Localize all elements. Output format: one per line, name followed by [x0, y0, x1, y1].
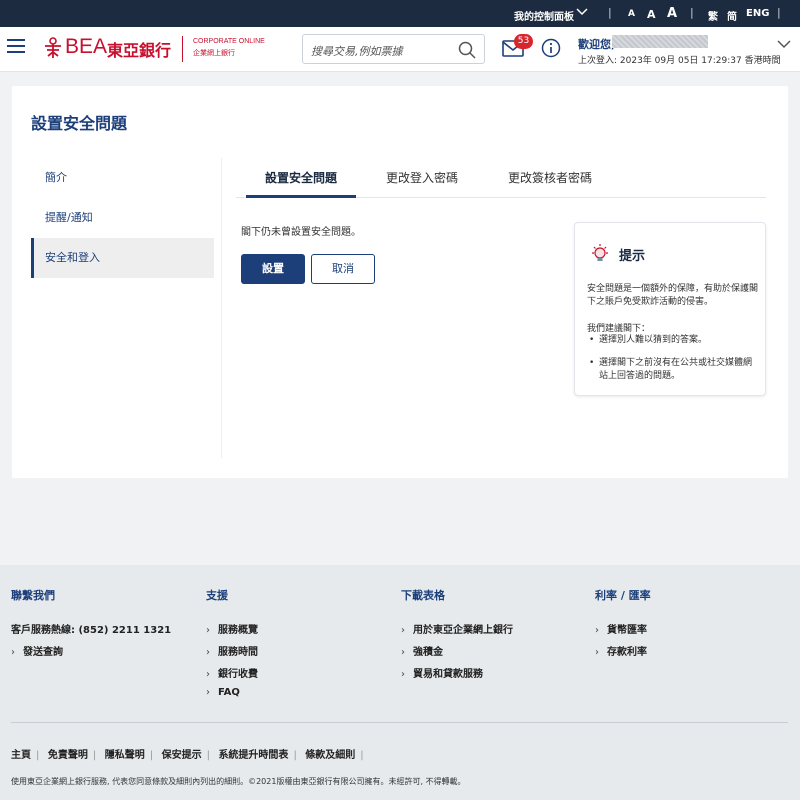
logo-chinese: 東亞銀行: [107, 41, 172, 60]
chevron-right-icon: ›: [401, 647, 405, 658]
chevron-right-icon: ›: [206, 669, 210, 680]
corporate-online-label: CORPORATE ONLINE: [193, 38, 265, 45]
top-utility-bar: 我的控制面板 | A A A | 繁 简 ENG |: [0, 0, 800, 27]
sidebar-divider: [221, 158, 222, 458]
footer-rates: 利率 / 匯率 › 貨幣匯率 › 存款利率: [595, 587, 651, 665]
font-size-medium[interactable]: A: [647, 8, 656, 21]
footer-heading: 利率 / 匯率: [595, 589, 651, 602]
page-title: 設置安全問題: [31, 114, 128, 133]
tab-change-signer-password[interactable]: 更改簽核者密碼: [490, 158, 610, 198]
sidebar-item-security[interactable]: 安全和登入: [31, 238, 214, 278]
lightbulb-icon: [592, 244, 608, 261]
redacted-username: [612, 35, 708, 48]
font-size-large[interactable]: A: [667, 6, 677, 21]
chevron-down-icon[interactable]: [576, 6, 588, 16]
footer-link-home[interactable]: 主頁: [11, 750, 31, 761]
footer-forms: 下載表格 › 用於東亞企業網上銀行 › 強積金 › 貿易和貸款服務: [401, 587, 513, 687]
logo-text: BEA: [65, 35, 108, 58]
footer-link[interactable]: › FAQ: [206, 687, 258, 709]
lang-traditional[interactable]: 繁: [708, 8, 718, 23]
tips-recommend: 我們建議閣下：: [587, 324, 651, 334]
welcome-text: 歡迎您,: [578, 38, 616, 51]
sidebar-item-alerts[interactable]: 提醒/通知: [31, 198, 214, 238]
footer-link[interactable]: › 用於東亞企業網上銀行: [401, 621, 513, 643]
sidebar-item-intro[interactable]: 簡介: [31, 158, 214, 198]
main-header: BEA 東亞銀行 CORPORATE ONLINE 企業網上銀行 搜尋交易,例如…: [0, 27, 800, 72]
set-button[interactable]: 設置: [241, 254, 305, 284]
footer-support: 支援 › 服務概覽 › 服務時間 › 銀行收費 › FAQ: [206, 587, 258, 709]
tab-change-login-password[interactable]: 更改登入密碼: [366, 158, 478, 198]
footer-link[interactable]: › 貨幣匯率: [595, 621, 651, 643]
search-placeholder: 搜尋交易,例如票據: [311, 45, 403, 58]
info-icon[interactable]: [541, 38, 561, 58]
footer-heading: 支援: [206, 589, 228, 602]
cancel-button[interactable]: 取消: [311, 254, 375, 284]
chevron-right-icon: ›: [401, 625, 405, 636]
logo-divider: [182, 36, 183, 62]
chevron-right-icon: ›: [11, 647, 15, 658]
footer-link-disclaimer[interactable]: 免責聲明: [48, 750, 88, 761]
footer-heading: 下載表格: [401, 589, 445, 602]
chevron-right-icon: ›: [206, 625, 210, 636]
footer-link-privacy[interactable]: 隱私聲明: [105, 750, 145, 761]
footer: 聯繫我們 客戶服務熱線: (852) 2211 1321 › 發送查詢 支援 › 服…: [0, 565, 800, 800]
footer-link-security-tips[interactable]: 保安提示: [162, 750, 202, 761]
chevron-right-icon: ›: [595, 625, 599, 636]
chevron-right-icon: ›: [206, 647, 210, 658]
copyright-text: 使用東亞企業網上銀行服務, 代表您同意條款及細則內列出的細則。©2021版權由東…: [11, 777, 466, 786]
status-message: 閣下仍未曾設置安全問題。: [241, 227, 361, 238]
font-size-small[interactable]: A: [628, 9, 635, 19]
footer-divider: [11, 722, 788, 723]
lang-simplified[interactable]: 简: [727, 8, 737, 23]
tab-security-question[interactable]: 設置安全問題: [246, 158, 356, 198]
footer-link[interactable]: › 銀行收費: [206, 665, 258, 687]
chevron-right-icon: ›: [206, 687, 210, 698]
footer-link[interactable]: › 服務時間: [206, 643, 258, 665]
divider: |: [690, 6, 694, 19]
footer-bottom-links: 主頁 | 免責聲明 | 隱私聲明 | 保安提示 | 系統提升時間表 | 條款及細則 |: [11, 750, 364, 761]
tips-title: 提示: [619, 249, 646, 264]
tab-bar: 設置安全問題 更改登入密碼 更改簽核者密碼: [236, 158, 766, 198]
hotline-text: 客戶服務熱線: (852) 2211 1321: [11, 625, 172, 636]
notification-badge: 53: [514, 34, 533, 49]
footer-contact: 聯繫我們 客戶服務熱線: (852) 2211 1321 › 發送查詢: [11, 587, 171, 665]
footer-link-enquiry[interactable]: › 發送查詢: [11, 643, 171, 665]
bea-logo-icon: [45, 37, 61, 58]
tips-description: 安全問題是一個額外的保障，有助於保護閣下之賬戶免受欺詐活動的侵害。: [587, 284, 759, 307]
corporate-online-chinese: 企業網上銀行: [193, 49, 235, 57]
main-content-card: 設置安全問題 簡介 提醒/通知 安全和登入 設置安全問題 更改登入密碼 更改簽核…: [12, 86, 788, 478]
last-login-text: 上次登入: 2023年 09月 05日 17:29:37 香港時間: [578, 56, 781, 66]
list-item: 選擇閣下之前沒有在公共或社交媒體網站上回答過的問題。: [587, 357, 759, 383]
tips-panel: 提示 安全問題是一個額外的保障，有助於保護閣下之賬戶免受欺詐活動的侵害。 我們建…: [574, 222, 766, 396]
tips-list: 選擇別人難以猜到的答案。 選擇閣下之前沒有在公共或社交媒體網站上回答過的問題。: [587, 334, 759, 393]
footer-link[interactable]: › 服務概覽: [206, 621, 258, 643]
settings-sidebar: 簡介 提醒/通知 安全和登入: [31, 158, 214, 278]
footer-heading: 聯繫我們: [11, 589, 55, 602]
list-item: 選擇別人難以猜到的答案。: [587, 334, 759, 347]
chevron-right-icon: ›: [595, 647, 599, 658]
dashboard-menu[interactable]: 我的控制面板: [514, 8, 574, 23]
lang-english[interactable]: ENG: [746, 8, 769, 19]
chevron-right-icon: ›: [401, 669, 405, 680]
search-icon[interactable]: [458, 41, 476, 59]
footer-link-maintenance[interactable]: 系統提升時間表: [218, 750, 288, 761]
search-input[interactable]: 搜尋交易,例如票據: [302, 34, 485, 64]
footer-link[interactable]: › 貿易和貸款服務: [401, 665, 513, 687]
footer-link-terms[interactable]: 條款及細則: [305, 750, 355, 761]
footer-link[interactable]: › 強積金: [401, 643, 513, 665]
footer-link[interactable]: › 存款利率: [595, 643, 651, 665]
divider: |: [608, 6, 612, 19]
chevron-down-icon[interactable]: [777, 39, 791, 49]
hamburger-menu-icon[interactable]: [7, 39, 25, 55]
divider: |: [777, 6, 781, 19]
